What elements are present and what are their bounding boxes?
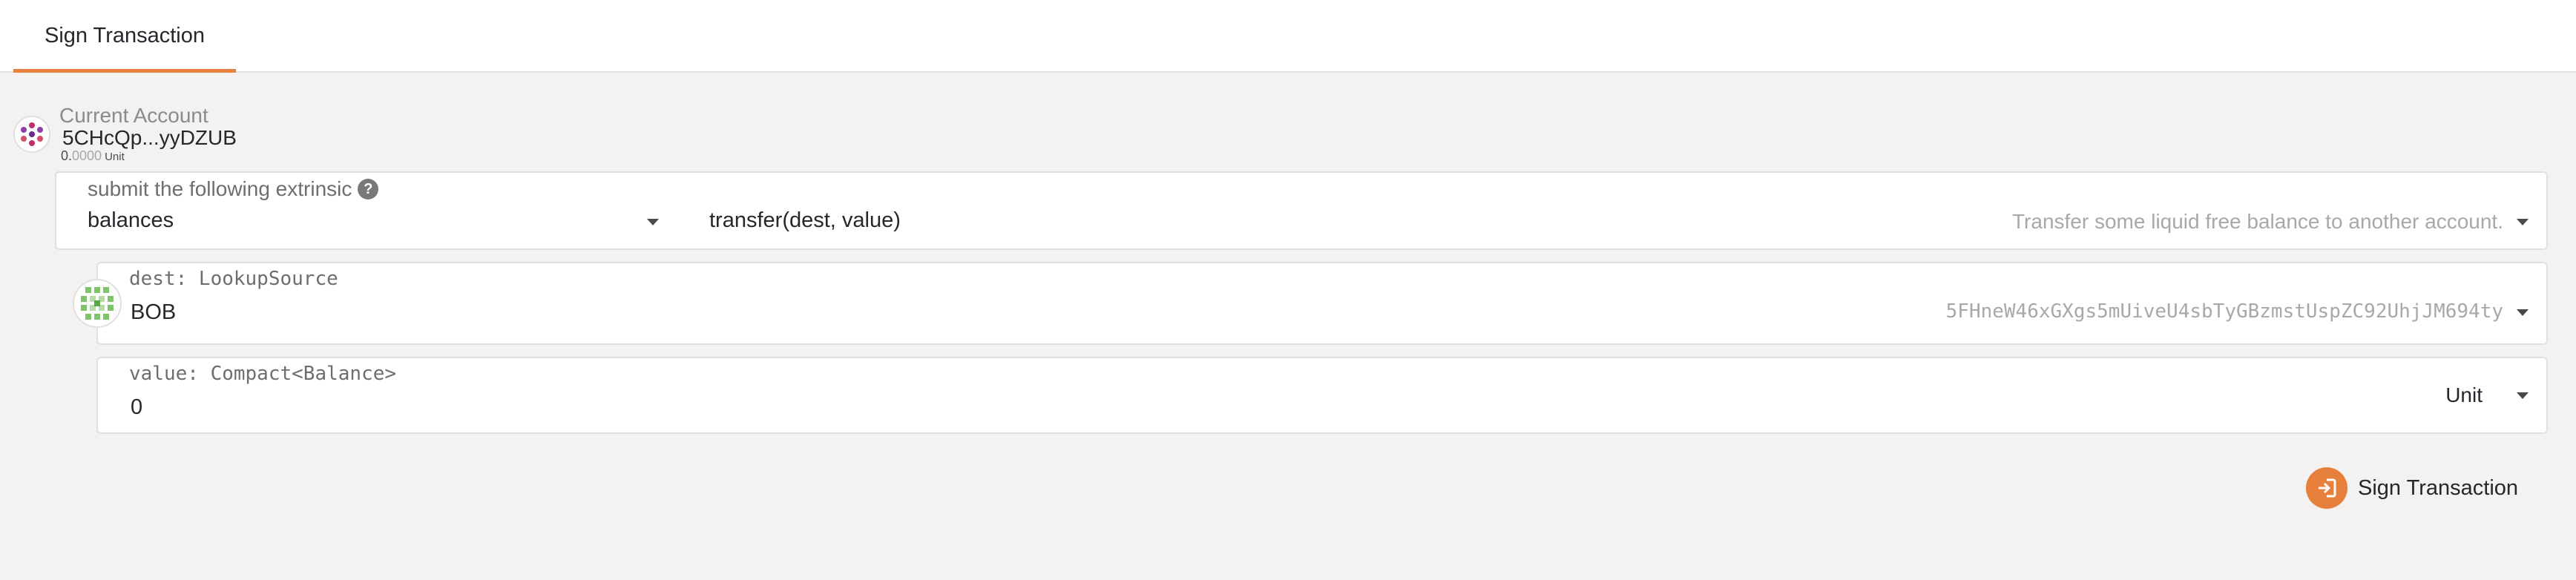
sign-transaction-label: Sign Transaction (2358, 475, 2519, 500)
value-param-label: value: Compact<Balance> (129, 363, 397, 385)
current-account-balance: 0.0000 Unit (61, 148, 125, 164)
balance-integer: 0. (61, 148, 73, 163)
balance-unit: Unit (105, 151, 125, 163)
dest-chevron-down-icon[interactable] (2517, 309, 2529, 316)
method-description: Transfer some liquid free balance to ano… (2011, 210, 2503, 233)
balance-decimals: 0000 (72, 148, 102, 163)
section-chevron-down-icon[interactable] (647, 219, 659, 225)
dest-param-label: dest: LookupSource (129, 268, 338, 290)
tab-sign-transaction[interactable]: Sign Transaction (13, 0, 236, 73)
value-param-field: value: Compact<Balance> 0 Unit (96, 357, 2548, 434)
dest-param-field[interactable]: dest: LookupSource BOB 5FHneW46xGXgs5mUi… (96, 262, 2548, 345)
question-circle-icon[interactable]: ? (358, 179, 379, 200)
sign-in-icon (2306, 467, 2347, 509)
top-tab-bar: Sign Transaction (0, 0, 2576, 73)
method-chevron-down-icon[interactable] (2517, 219, 2529, 225)
method-dropdown[interactable]: transfer(dest, value) (709, 208, 901, 233)
sign-transaction-button[interactable]: Sign Transaction (2306, 467, 2518, 509)
section-dropdown[interactable]: balances (88, 208, 174, 233)
current-account-address: 5CHcQp...yyDZUB (62, 126, 237, 149)
extrinsic-selector: submit the following extrinsic ? balance… (55, 171, 2548, 250)
account-identicon-icon (13, 116, 50, 153)
unit-chevron-down-icon[interactable] (2517, 392, 2529, 399)
dest-account-address: 5FHneW46xGXgs5mUiveU4sbTyGBzmstUspZC92Uh… (1945, 300, 2503, 323)
extrinsic-label-text: submit the following extrinsic (88, 177, 352, 200)
value-unit-dropdown[interactable]: Unit (2445, 383, 2483, 407)
current-account-label: Current Account (59, 104, 208, 127)
dest-identicon-icon (73, 279, 122, 328)
value-amount-input[interactable]: 0 (131, 395, 142, 420)
extrinsic-label: submit the following extrinsic ? (88, 177, 379, 201)
dest-account-name[interactable]: BOB (131, 300, 176, 325)
